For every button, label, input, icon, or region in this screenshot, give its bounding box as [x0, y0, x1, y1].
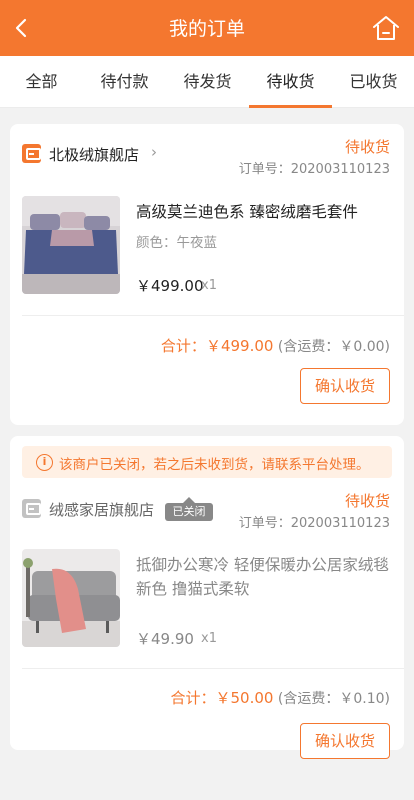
shop-closed-badge: 已关闭 [165, 497, 213, 521]
order-status: 待收货 [344, 138, 390, 156]
order-status: 待收货 [344, 492, 390, 510]
app-header: 我的订单 [0, 0, 414, 56]
divider [22, 668, 404, 669]
confirm-receipt-button[interactable]: 确认收货 [300, 368, 390, 404]
divider [22, 315, 404, 316]
shop-icon [22, 144, 41, 163]
product-image[interactable] [22, 549, 120, 647]
shop-name[interactable]: 绒感家居旗舰店 [49, 499, 154, 520]
total-amount: ￥50.00 [215, 689, 274, 707]
tab-pending-shipment[interactable]: 待发货 [166, 56, 249, 108]
product-price: ￥49.90 [136, 630, 194, 648]
tab-received[interactable]: 已收货 [332, 56, 414, 108]
product-title[interactable]: 高级莫兰迪色系 臻密绒磨毛套件 [136, 200, 394, 224]
order-card: 北极绒旗舰店 › 待收货 订单号：202003110123 高级莫兰迪色系 臻密… [10, 124, 404, 425]
shipping-fee: (含运费：￥0.10) [277, 691, 390, 707]
page-title: 我的订单 [168, 18, 245, 40]
order-number: 订单号：202003110123 [238, 162, 390, 177]
order-total: 合计：￥499.00 (含运费：￥0.00) [161, 335, 390, 356]
shipping-fee: (含运费：￥0.00) [277, 339, 390, 355]
total-label: 合计： [170, 689, 216, 707]
product-title[interactable]: 抵御办公寒冷 轻便保暖办公居家绒毯 新色 撸猫式柔软 [136, 553, 394, 601]
product-quantity: x1 [201, 278, 217, 293]
order-number: 订单号：202003110123 [238, 516, 390, 531]
chevron-right-icon[interactable]: › [151, 143, 157, 161]
info-icon: i [36, 454, 53, 471]
shop-name[interactable]: 北极绒旗舰店 [49, 144, 139, 165]
notice-text: 该商户已关闭，若之后未收到货，请联系平台处理。 [59, 457, 370, 473]
product-quantity: x1 [201, 631, 217, 646]
product-price: ￥499.00 [136, 277, 204, 295]
tab-pending-receipt[interactable]: 待收货 [249, 56, 332, 108]
shop-closed-notice: i 该商户已关闭，若之后未收到货，请联系平台处理。 [22, 446, 392, 478]
tab-all[interactable]: 全部 [0, 56, 83, 108]
home-icon[interactable] [372, 15, 400, 41]
order-card: i 该商户已关闭，若之后未收到货，请联系平台处理。 绒感家居旗舰店 已关闭 待收… [10, 436, 404, 759]
product-image[interactable] [22, 196, 120, 294]
product-spec: 颜色：午夜蓝 [136, 235, 217, 251]
order-total: 合计：￥50.00 (含运费：￥0.10) [170, 687, 390, 708]
shop-icon [22, 499, 41, 518]
total-label: 合计： [160, 337, 206, 355]
total-amount: ￥499.00 [205, 337, 274, 355]
order-tabs: 全部 待付款 待发货 待收货 已收货 [0, 56, 414, 108]
confirm-receipt-button[interactable]: 确认收货 [300, 723, 390, 759]
tab-pending-payment[interactable]: 待付款 [83, 56, 166, 108]
